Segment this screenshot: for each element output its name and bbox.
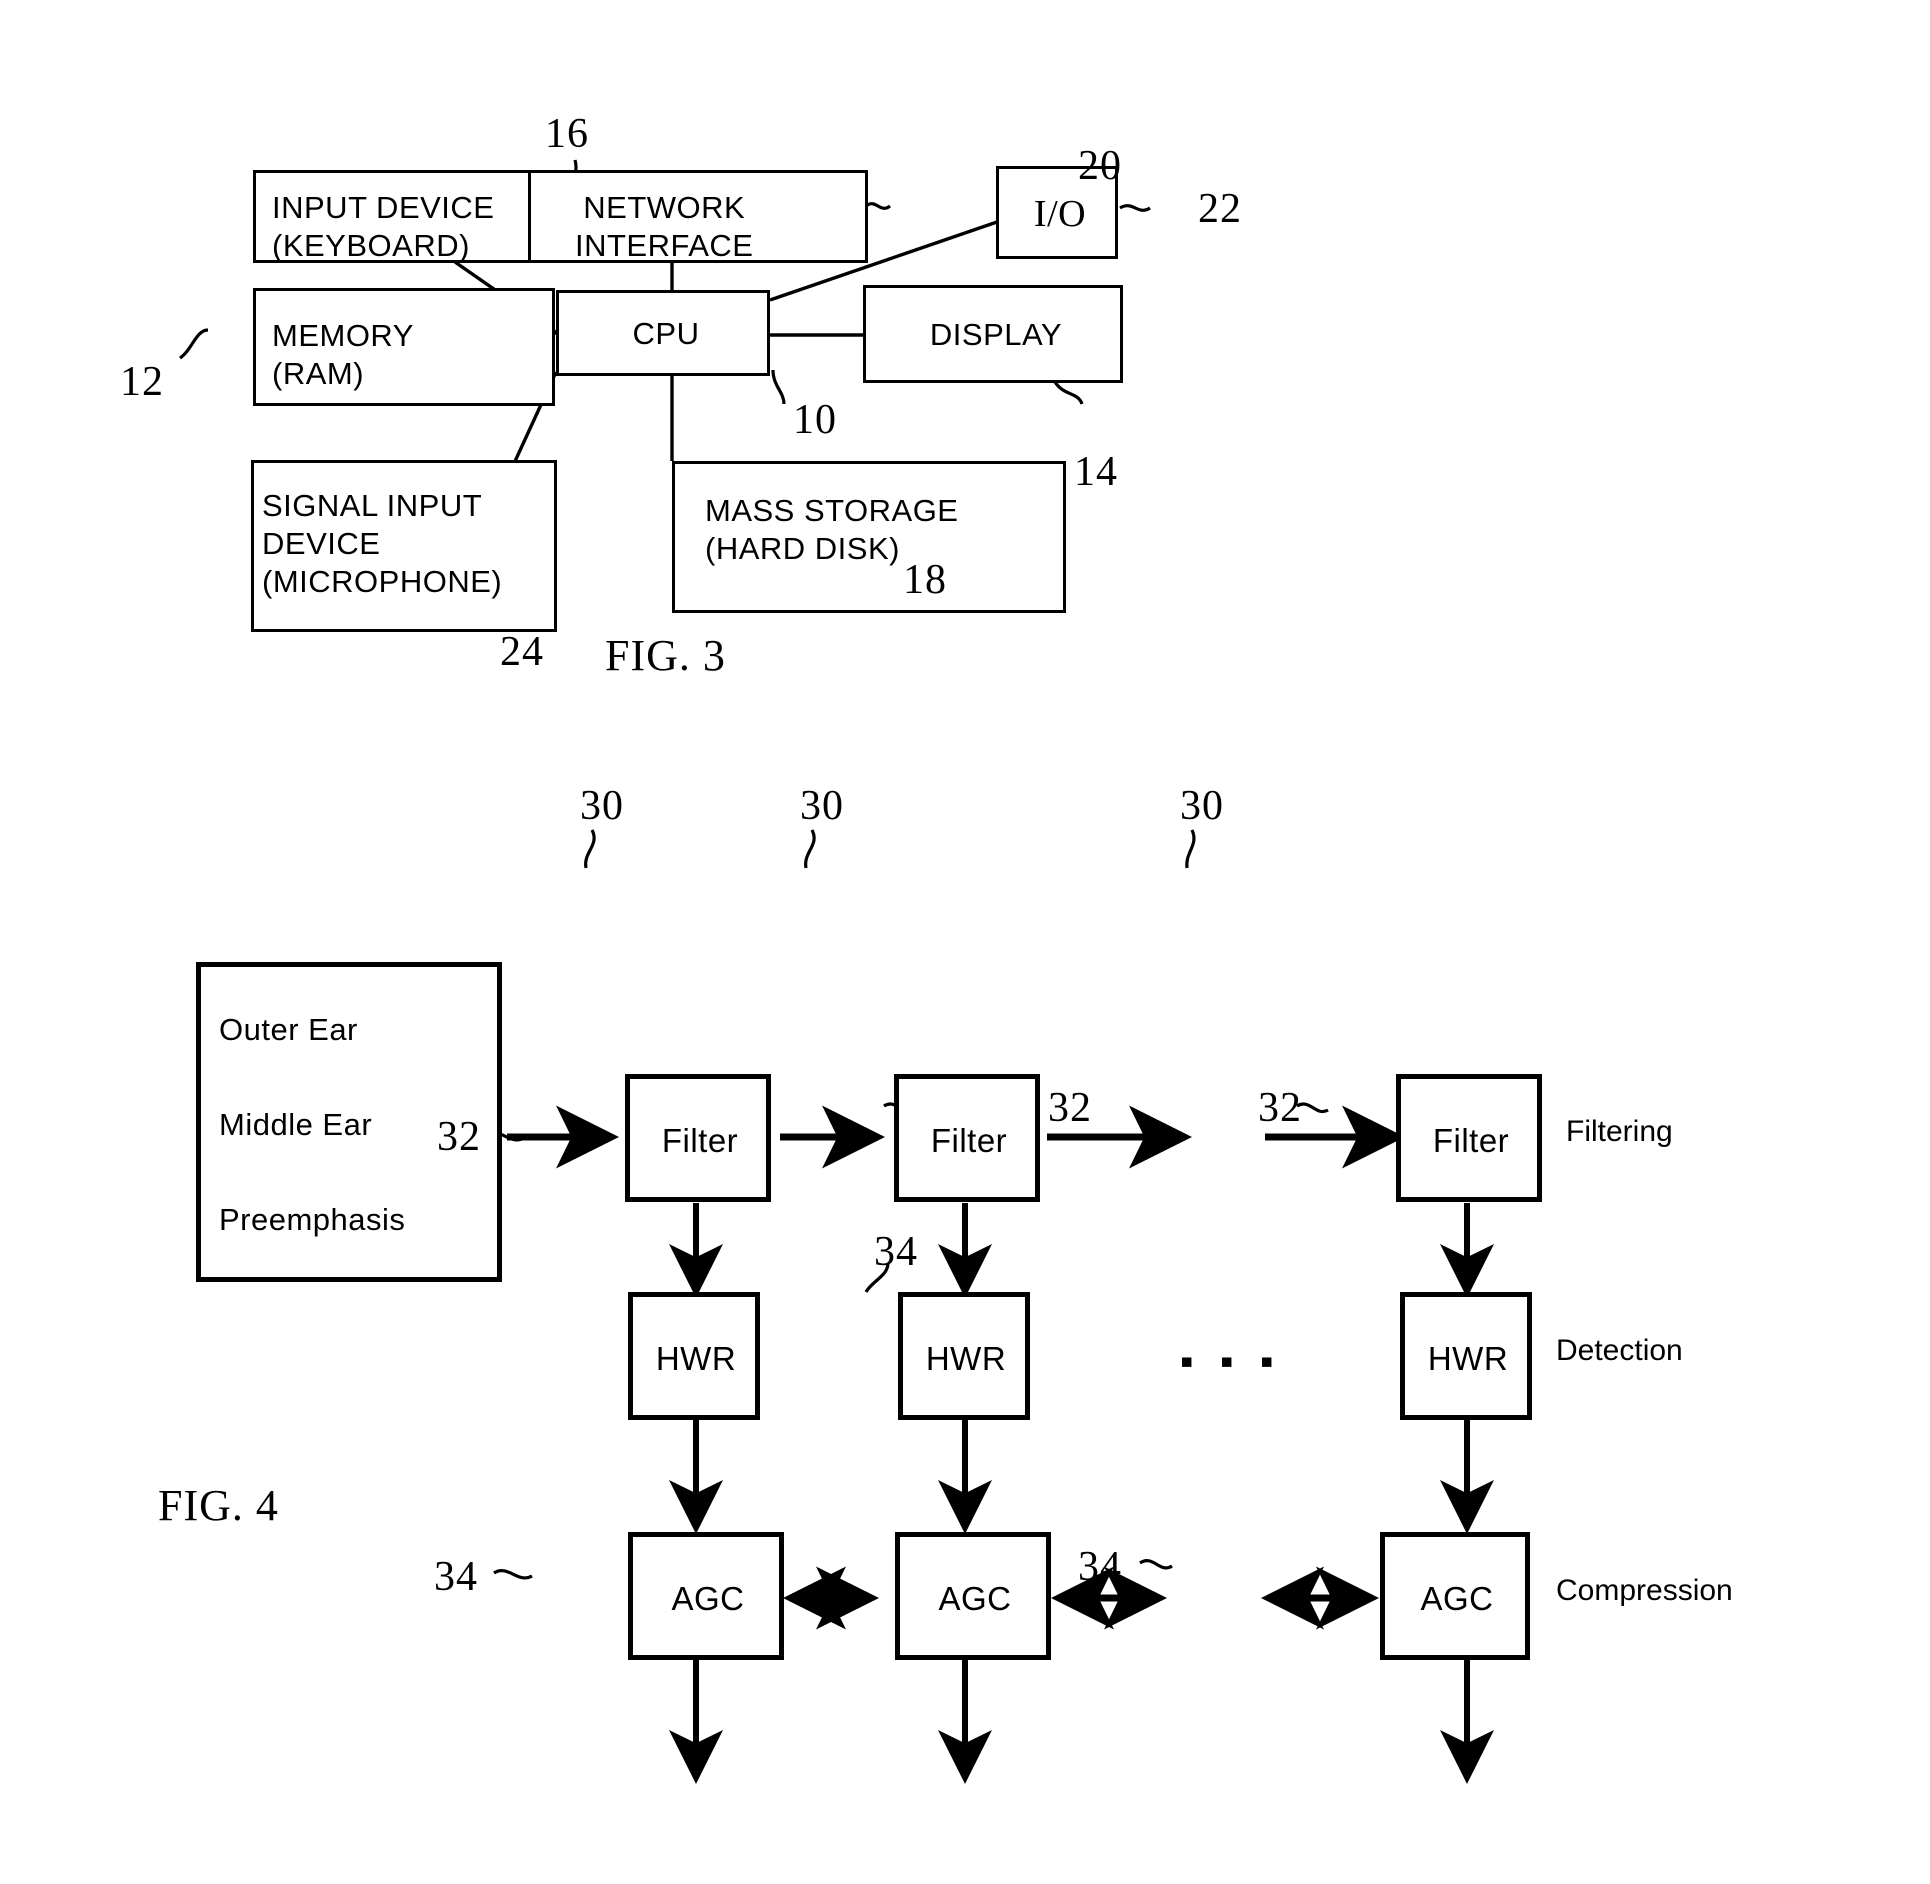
box-hwr-3-label: HWR xyxy=(1427,1340,1509,1377)
box-agc-2-label: AGC xyxy=(938,1580,1012,1617)
patent-drawing-sheet: INPUT DEVICE (KEYBOARD) NETWORK INTERFAC… xyxy=(0,0,1930,1884)
row-label-detection: Detection xyxy=(1556,1334,1683,1367)
fig3-caption: FIG. 3 xyxy=(605,631,726,680)
box-hwr-3: HWR xyxy=(1400,1292,1532,1420)
refnum-30-c: 30 xyxy=(1180,783,1224,829)
box-hwr-2: HWR xyxy=(898,1292,1030,1420)
box-filter-1: Filter xyxy=(625,1074,771,1202)
box-cpu-label: CPU xyxy=(632,316,700,351)
refnum-22: 22 xyxy=(1198,186,1242,232)
box-agc-2: AGC xyxy=(895,1532,1051,1660)
ellipsis-marker: ▪ ▪ ▪ xyxy=(1180,1341,1282,1383)
refnum-32-b: 32 xyxy=(1048,1085,1092,1131)
box-filter-2-label: Filter xyxy=(930,1122,1008,1159)
box-agc-3-label: AGC xyxy=(1420,1580,1494,1617)
box-display-label: DISPLAY xyxy=(929,317,1063,352)
ear-stage-middle-ear: Middle Ear xyxy=(219,1107,373,1142)
box-agc-3: AGC xyxy=(1380,1532,1530,1660)
refnum-18: 18 xyxy=(903,557,947,603)
refnum-32-a: 32 xyxy=(437,1114,481,1160)
box-network-interface-label: NETWORK INTERFACE xyxy=(575,190,754,263)
refnum-32-c: 32 xyxy=(1258,1085,1302,1131)
refnum-14: 14 xyxy=(1074,449,1118,495)
box-hwr-1: HWR xyxy=(628,1292,760,1420)
box-filter-1-label: Filter xyxy=(661,1122,739,1159)
fig4-leader-lines xyxy=(485,829,1329,1580)
box-signal-input-device-label: SIGNAL INPUT DEVICE (MICROPHONE) xyxy=(262,488,503,599)
box-memory: MEMORY (RAM) xyxy=(253,288,555,406)
refnum-12: 12 xyxy=(120,359,164,405)
box-cpu: CPU xyxy=(556,290,770,376)
refnum-30-a: 30 xyxy=(580,783,624,829)
box-network-interface: NETWORK INTERFACE xyxy=(528,170,868,263)
row-label-compression: Compression xyxy=(1556,1574,1733,1607)
refnum-30-b: 30 xyxy=(800,783,844,829)
fig4-caption: FIG. 4 xyxy=(158,1481,279,1530)
box-filter-3-label: Filter xyxy=(1432,1122,1510,1159)
box-input-device: INPUT DEVICE (KEYBOARD) xyxy=(253,170,555,263)
box-filter-3: Filter xyxy=(1396,1074,1542,1202)
fig4-vertical-arrows xyxy=(669,1203,1494,1784)
ear-stage-outer-ear: Outer Ear xyxy=(219,1012,358,1047)
box-input-device-label: INPUT DEVICE (KEYBOARD) xyxy=(272,190,495,263)
box-io-label: I/O xyxy=(1033,193,1087,235)
refnum-24: 24 xyxy=(500,629,544,675)
refnum-16: 16 xyxy=(545,111,589,157)
box-agc-1: AGC xyxy=(628,1532,784,1660)
box-mass-storage: MASS STORAGE (HARD DISK) xyxy=(672,461,1066,613)
refnum-10: 10 xyxy=(793,397,837,443)
box-filter-2: Filter xyxy=(894,1074,1040,1202)
box-hwr-1-label: HWR xyxy=(655,1340,737,1377)
ear-stage-preemphasis: Preemphasis xyxy=(219,1202,406,1237)
refnum-34-b: 34 xyxy=(874,1229,918,1275)
refnum-20: 20 xyxy=(1078,143,1122,189)
refnum-34-c: 34 xyxy=(1078,1544,1122,1590)
refnum-34-a: 34 xyxy=(434,1554,478,1600)
box-signal-input-device: SIGNAL INPUT DEVICE (MICROPHONE) xyxy=(251,460,557,632)
row-label-filtering: Filtering xyxy=(1566,1115,1673,1148)
box-memory-label: MEMORY (RAM) xyxy=(272,318,414,391)
box-hwr-2-label: HWR xyxy=(925,1340,1007,1377)
box-agc-1-label: AGC xyxy=(671,1580,745,1617)
box-display: DISPLAY xyxy=(863,285,1123,383)
